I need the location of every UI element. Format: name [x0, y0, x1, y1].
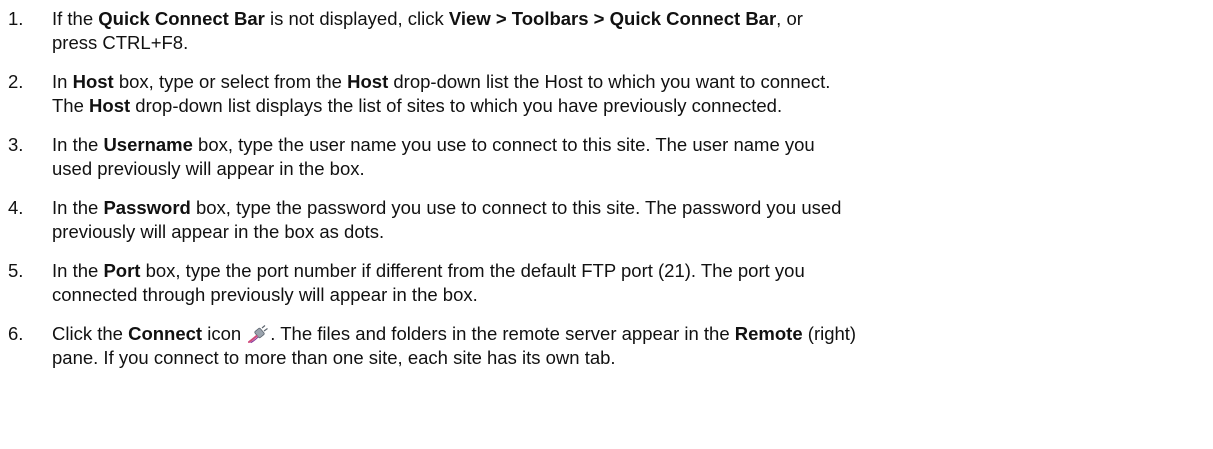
- step-6: 6. Click the Connect icon . The files an…: [0, 322, 1213, 370]
- step-number: 5.: [8, 260, 24, 281]
- step-5: 5. In the Port box, type the port number…: [0, 259, 1213, 307]
- step-number: 2.: [8, 71, 24, 92]
- instruction-steps: 1. If the Quick Connect Bar is not displ…: [0, 0, 1213, 370]
- step-text: In the Port box, type the port number if…: [52, 260, 805, 305]
- step-text: If the Quick Connect Bar is not displaye…: [52, 8, 803, 53]
- step-text: Click the Connect icon . The files and f…: [52, 323, 857, 368]
- step-number: 3.: [8, 134, 24, 155]
- step-4: 4. In the Password box, type the passwor…: [0, 196, 1213, 244]
- step-number: 4.: [8, 197, 24, 218]
- ui-term: Host: [347, 71, 389, 92]
- ui-term: Remote: [734, 323, 803, 344]
- ui-term: Password: [103, 197, 191, 218]
- step-text: In the Username box, type the user name …: [52, 134, 815, 179]
- ui-term: Quick Connect Bar: [98, 8, 265, 29]
- step-3: 3. In the Username box, type the user na…: [0, 133, 1213, 181]
- step-2: 2. In Host box, type or select from the …: [0, 70, 1213, 118]
- step-text: In Host box, type or select from the Hos…: [52, 71, 831, 116]
- menu-path: View > Toolbars > Quick Connect Bar: [448, 8, 777, 29]
- step-text: In the Password box, type the password y…: [52, 197, 842, 242]
- ui-term: Host: [89, 95, 131, 116]
- ui-term: Username: [103, 134, 193, 155]
- step-number: 1.: [8, 8, 24, 29]
- step-number: 6.: [8, 323, 24, 344]
- connect-plug-icon: [248, 325, 269, 343]
- ui-term: Port: [103, 260, 141, 281]
- ui-term: Host: [72, 71, 114, 92]
- step-1: 1. If the Quick Connect Bar is not displ…: [0, 7, 1213, 55]
- ui-term: Connect: [128, 323, 203, 344]
